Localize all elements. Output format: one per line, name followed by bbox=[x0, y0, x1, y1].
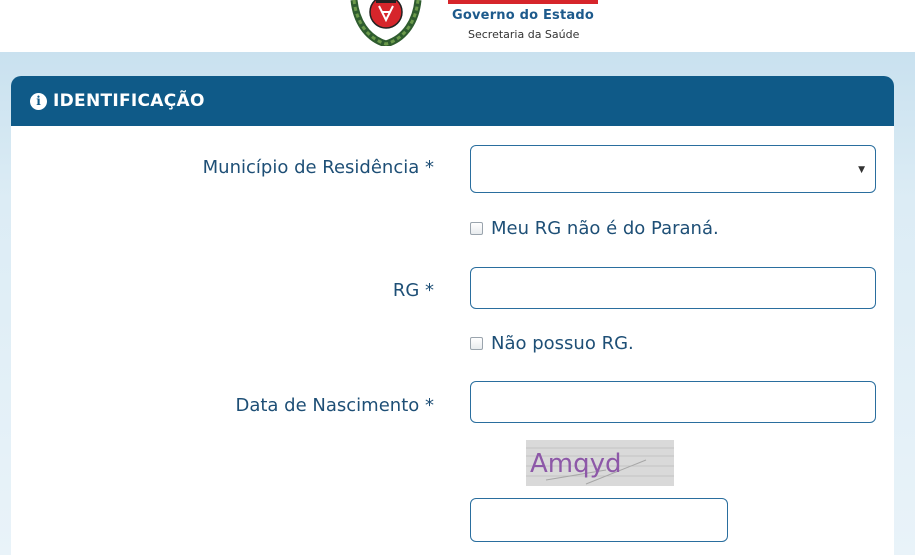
no-rg-label: Não possuo RG. bbox=[491, 333, 634, 354]
birth-date-input[interactable] bbox=[470, 381, 876, 423]
birth-date-label: Data de Nascimento * bbox=[235, 395, 434, 416]
rg-not-parana-label: Meu RG não é do Paraná. bbox=[491, 218, 719, 239]
brand-stripe bbox=[448, 0, 598, 4]
no-rg-option[interactable]: Não possuo RG. bbox=[470, 333, 634, 354]
municipio-label: Município de Residência * bbox=[202, 157, 434, 178]
gov-title: Governo do Estado bbox=[452, 8, 595, 23]
info-icon: i bbox=[30, 92, 47, 110]
no-rg-checkbox[interactable] bbox=[470, 337, 483, 350]
captcha-image: Amqyd bbox=[526, 440, 674, 486]
rg-not-parana-checkbox[interactable] bbox=[470, 222, 483, 235]
captcha-text: Amqyd bbox=[530, 449, 622, 479]
municipio-select[interactable]: ▼ bbox=[470, 145, 876, 193]
rg-label: RG * bbox=[392, 280, 434, 301]
chevron-down-icon: ▼ bbox=[858, 165, 865, 175]
rg-input[interactable] bbox=[470, 267, 876, 309]
government-logo: Governo do Estado Secretaria da Saúde bbox=[318, 0, 624, 52]
identification-panel: i IDENTIFICAÇÃO Município de Residência … bbox=[11, 76, 894, 555]
state-seal-icon bbox=[350, 0, 422, 46]
site-header: Governo do Estado Secretaria da Saúde bbox=[0, 0, 915, 52]
captcha-input[interactable] bbox=[470, 498, 728, 542]
panel-title: IDENTIFICAÇÃO bbox=[53, 91, 205, 111]
gov-subtitle: Secretaria da Saúde bbox=[468, 28, 580, 41]
rg-not-parana-option[interactable]: Meu RG não é do Paraná. bbox=[470, 218, 719, 239]
panel-header: i IDENTIFICAÇÃO bbox=[11, 76, 894, 126]
